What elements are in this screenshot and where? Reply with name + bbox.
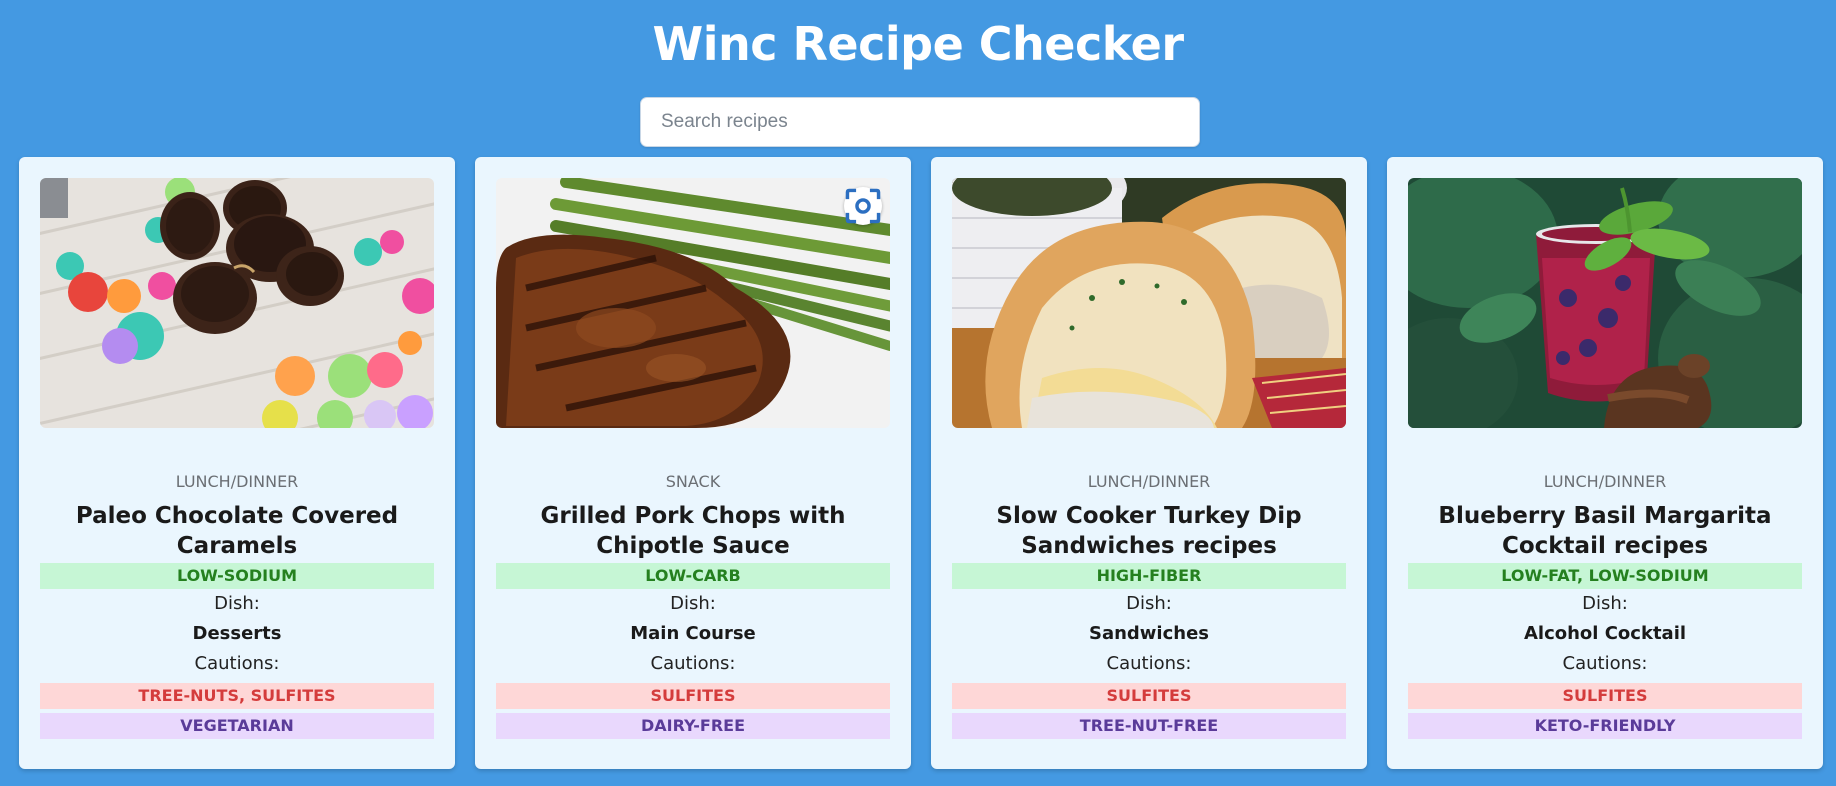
meal-type: SNACK xyxy=(665,472,721,491)
dish-type: Main Course xyxy=(630,623,756,644)
recipe-card[interactable]: LUNCH/DINNER Paleo Chocolate Covered Car… xyxy=(19,157,455,769)
lens-scan-icon xyxy=(845,188,881,224)
health-labels-badge: LOW-FAT, LOW-SODIUM xyxy=(1408,563,1802,589)
cautions-label: Cautions: xyxy=(1106,653,1192,674)
margarita-photo xyxy=(1408,178,1802,428)
search-input[interactable] xyxy=(640,97,1200,147)
dish-label: Dish: xyxy=(1582,593,1628,614)
cautions-badge: SULFITES xyxy=(1408,683,1802,709)
dish-type: Desserts xyxy=(192,623,282,644)
recipe-image[interactable] xyxy=(952,178,1346,428)
dish-type: Sandwiches xyxy=(1088,623,1209,644)
recipe-title[interactable]: Paleo Chocolate Covered Caramels xyxy=(40,501,434,561)
health-labels-badge: LOW-SODIUM xyxy=(40,563,434,589)
recipe-grid: LUNCH/DINNER Paleo Chocolate Covered Car… xyxy=(19,157,1823,769)
recipe-image[interactable] xyxy=(40,178,434,428)
recipe-card[interactable]: LUNCH/DINNER Blueberry Basil Margarita C… xyxy=(1387,157,1823,769)
dish-label: Dish: xyxy=(670,593,716,614)
recipe-image[interactable] xyxy=(496,178,890,428)
pork-chops-photo xyxy=(496,178,890,428)
dish-label: Dish: xyxy=(214,593,260,614)
search-bar xyxy=(640,97,1200,147)
meal-type: LUNCH/DINNER xyxy=(175,472,299,491)
recipe-title[interactable]: Blueberry Basil Margarita Cocktail recip… xyxy=(1408,501,1802,561)
cautions-badge: TREE-NUTS, SULFITES xyxy=(40,683,434,709)
dish-type: Alcohol Cocktail xyxy=(1523,623,1687,644)
dish-label: Dish: xyxy=(1126,593,1172,614)
meal-type: LUNCH/DINNER xyxy=(1087,472,1211,491)
recipe-card[interactable]: SNACK Grilled Pork Chops with Chipotle S… xyxy=(475,157,911,769)
recipe-image[interactable] xyxy=(1408,178,1802,428)
recipe-title[interactable]: Grilled Pork Chops with Chipotle Sauce xyxy=(496,501,890,561)
diet-label-badge: TREE-NUT-FREE xyxy=(952,713,1346,739)
diet-label-badge: KETO-FRIENDLY xyxy=(1408,713,1802,739)
page-title: Winc Recipe Checker xyxy=(652,17,1184,71)
cautions-label: Cautions: xyxy=(650,653,736,674)
recipe-card[interactable]: LUNCH/DINNER Slow Cooker Turkey Dip Sand… xyxy=(931,157,1367,769)
health-labels-badge: LOW-CARB xyxy=(496,563,890,589)
cautions-label: Cautions: xyxy=(1562,653,1648,674)
cautions-badge: SULFITES xyxy=(952,683,1346,709)
meal-type: LUNCH/DINNER xyxy=(1543,472,1667,491)
cautions-label: Cautions: xyxy=(194,653,280,674)
turkey-sandwich-photo xyxy=(952,178,1346,428)
recipe-title[interactable]: Slow Cooker Turkey Dip Sandwiches recipe… xyxy=(952,501,1346,561)
chocolate-caramels-photo xyxy=(40,178,434,428)
health-labels-badge: HIGH-FIBER xyxy=(952,563,1346,589)
diet-label-badge: DAIRY-FREE xyxy=(496,713,890,739)
cautions-badge: SULFITES xyxy=(496,683,890,709)
lens-scan-button[interactable] xyxy=(844,187,882,225)
diet-label-badge: VEGETARIAN xyxy=(40,713,434,739)
